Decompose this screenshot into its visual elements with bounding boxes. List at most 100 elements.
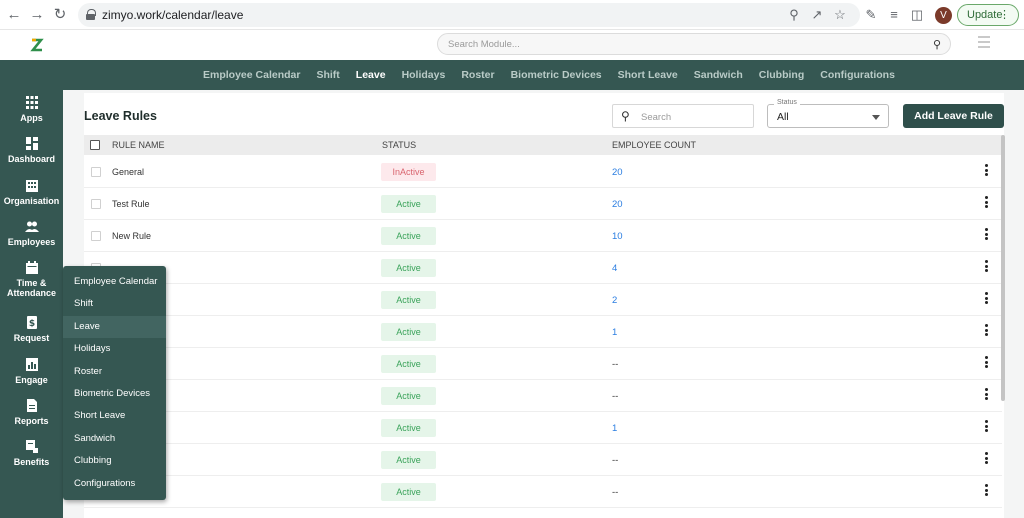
row-actions-kebab-icon[interactable] (983, 228, 989, 244)
flyout-item-holidays[interactable]: Holidays (63, 338, 166, 360)
sidebar-item-request[interactable]: $ Request (0, 316, 63, 343)
rule-name: New Rule (112, 231, 152, 241)
tab-configurations[interactable]: Configurations (820, 60, 895, 90)
zoom-icon[interactable]: ⚲ (786, 7, 802, 23)
tab-biometric-devices[interactable]: Biometric Devices (511, 60, 602, 90)
sidebar-label-benefits: Benefits (13, 457, 50, 467)
header-employee-count: EMPLOYEE COUNT (612, 140, 697, 150)
sidebar-item-apps[interactable]: Apps (0, 96, 63, 123)
table-row[interactable]: Active -- (84, 444, 1002, 476)
tab-roster[interactable]: Roster (461, 60, 494, 90)
status-badge: Active (381, 291, 436, 309)
search-icon: ⚲ (621, 109, 630, 123)
flyout-item-employee-calendar[interactable]: Employee Calendar (63, 271, 166, 293)
status-filter-select[interactable]: Status All (767, 99, 889, 128)
menu-icon[interactable] (978, 36, 990, 50)
status-badge: Active (381, 355, 436, 373)
rules-search-input[interactable]: ⚲ Search (612, 104, 754, 128)
request-icon: $ (26, 316, 37, 329)
profile-avatar[interactable]: V (935, 7, 952, 24)
table-row[interactable]: General InActive 20 (84, 156, 1002, 188)
search-icon[interactable]: ⚲ (933, 38, 941, 51)
row-actions-kebab-icon[interactable] (983, 420, 989, 436)
table-row[interactable]: Active 1 (84, 316, 1002, 348)
back-arrow-icon[interactable]: ← (5, 6, 23, 24)
status-badge: Active (381, 483, 436, 501)
row-actions-kebab-icon[interactable] (983, 292, 989, 308)
dashboard-icon (25, 137, 38, 150)
side-panel-icon[interactable]: ◫ (909, 7, 925, 23)
sidebar-item-reports[interactable]: Reports (0, 399, 63, 426)
header-rule-name: RULE NAME (112, 140, 165, 150)
flyout-item-leave[interactable]: Leave (63, 315, 166, 338)
employee-count[interactable]: 20 (612, 199, 623, 210)
app-header: Search Module... ⚲ (0, 30, 1024, 60)
row-checkbox[interactable] (91, 167, 101, 177)
sidebar-label-time: Time & (16, 278, 47, 288)
zimyo-logo[interactable] (29, 37, 45, 53)
select-all-checkbox[interactable] (90, 140, 100, 150)
share-icon[interactable]: ↗ (809, 7, 825, 23)
row-actions-kebab-icon[interactable] (983, 356, 989, 372)
table-row[interactable]: Active -- (84, 348, 1002, 380)
table-row[interactable]: New Rule Active 10 (84, 220, 1002, 252)
table-row[interactable]: Active 1 (84, 412, 1002, 444)
forward-arrow-icon[interactable]: → (28, 6, 46, 24)
tab-sandwich[interactable]: Sandwich (694, 60, 743, 90)
table-row[interactable]: Active -- (84, 380, 1002, 412)
status-badge: InActive (381, 163, 436, 181)
tab-shift[interactable]: Shift (316, 60, 339, 90)
add-leave-rule-button[interactable]: Add Leave Rule (903, 104, 1004, 128)
sidebar-label-request: Request (13, 333, 50, 343)
tab-leave[interactable]: Leave (356, 60, 386, 90)
address-bar[interactable]: zimyo.work/calendar/leave (78, 3, 860, 27)
tab-employee-calendar[interactable]: Employee Calendar (203, 60, 300, 90)
row-actions-kebab-icon[interactable] (983, 164, 989, 180)
flyout-item-shift[interactable]: Shift (63, 293, 166, 315)
bookmark-star-icon[interactable]: ☆ (832, 7, 848, 23)
row-actions-kebab-icon[interactable] (983, 452, 989, 468)
flyout-item-clubbing[interactable]: Clubbing (63, 450, 166, 472)
sidebar-item-employees[interactable]: Employees (0, 220, 63, 247)
row-actions-kebab-icon[interactable] (983, 388, 989, 404)
update-button[interactable]: Update ⋮ (957, 4, 1019, 26)
reload-icon[interactable]: ↻ (51, 6, 69, 24)
row-actions-kebab-icon[interactable] (983, 324, 989, 340)
flyout-item-configurations[interactable]: Configurations (63, 473, 166, 495)
table-row[interactable]: Test Rule Active 20 (84, 188, 1002, 220)
tab-clubbing[interactable]: Clubbing (759, 60, 805, 90)
employee-count[interactable]: 4 (612, 263, 617, 274)
caret-down-icon (872, 115, 880, 120)
tab-short-leave[interactable]: Short Leave (618, 60, 678, 90)
flyout-item-roster[interactable]: Roster (63, 361, 166, 383)
flyout-item-sandwich[interactable]: Sandwich (63, 428, 166, 450)
row-checkbox[interactable] (91, 231, 101, 241)
status-badge: Active (381, 419, 436, 437)
employee-count: -- (612, 359, 619, 370)
flyout-item-short-leave[interactable]: Short Leave (63, 405, 166, 427)
flyout-item-biometric-devices[interactable]: Biometric Devices (63, 383, 166, 405)
row-actions-kebab-icon[interactable] (983, 196, 989, 212)
row-checkbox[interactable] (91, 199, 101, 209)
sidebar-item-dashboard[interactable]: Dashboard (0, 137, 63, 164)
row-actions-kebab-icon[interactable] (983, 484, 989, 500)
sidebar-item-benefits[interactable]: Benefits (0, 440, 63, 467)
employee-count[interactable]: 10 (612, 231, 623, 242)
module-search-input[interactable]: Search Module... ⚲ (437, 33, 951, 55)
status-badge: Active (381, 387, 436, 405)
sidebar-item-engage[interactable]: Engage (0, 358, 63, 385)
table-row[interactable]: Active 4 (84, 252, 1002, 284)
employee-count[interactable]: 1 (612, 423, 617, 434)
tab-holidays[interactable]: Holidays (402, 60, 446, 90)
employee-count[interactable]: 2 (612, 295, 617, 306)
employee-count[interactable]: 20 (612, 167, 623, 178)
table-row[interactable]: Active 2 (84, 284, 1002, 316)
sidebar-item-organisation[interactable]: Organisation (0, 179, 63, 206)
row-actions-kebab-icon[interactable] (983, 260, 989, 276)
employee-count[interactable]: 1 (612, 327, 617, 338)
extensions-icon[interactable]: ✎ (863, 7, 879, 23)
media-queue-icon[interactable]: ≡ (886, 7, 902, 23)
table-scrollbar[interactable] (1001, 135, 1005, 401)
sidebar-item-time-attendance[interactable]: Time & Attendance (0, 261, 63, 298)
table-row[interactable]: Active -- (84, 476, 1002, 508)
